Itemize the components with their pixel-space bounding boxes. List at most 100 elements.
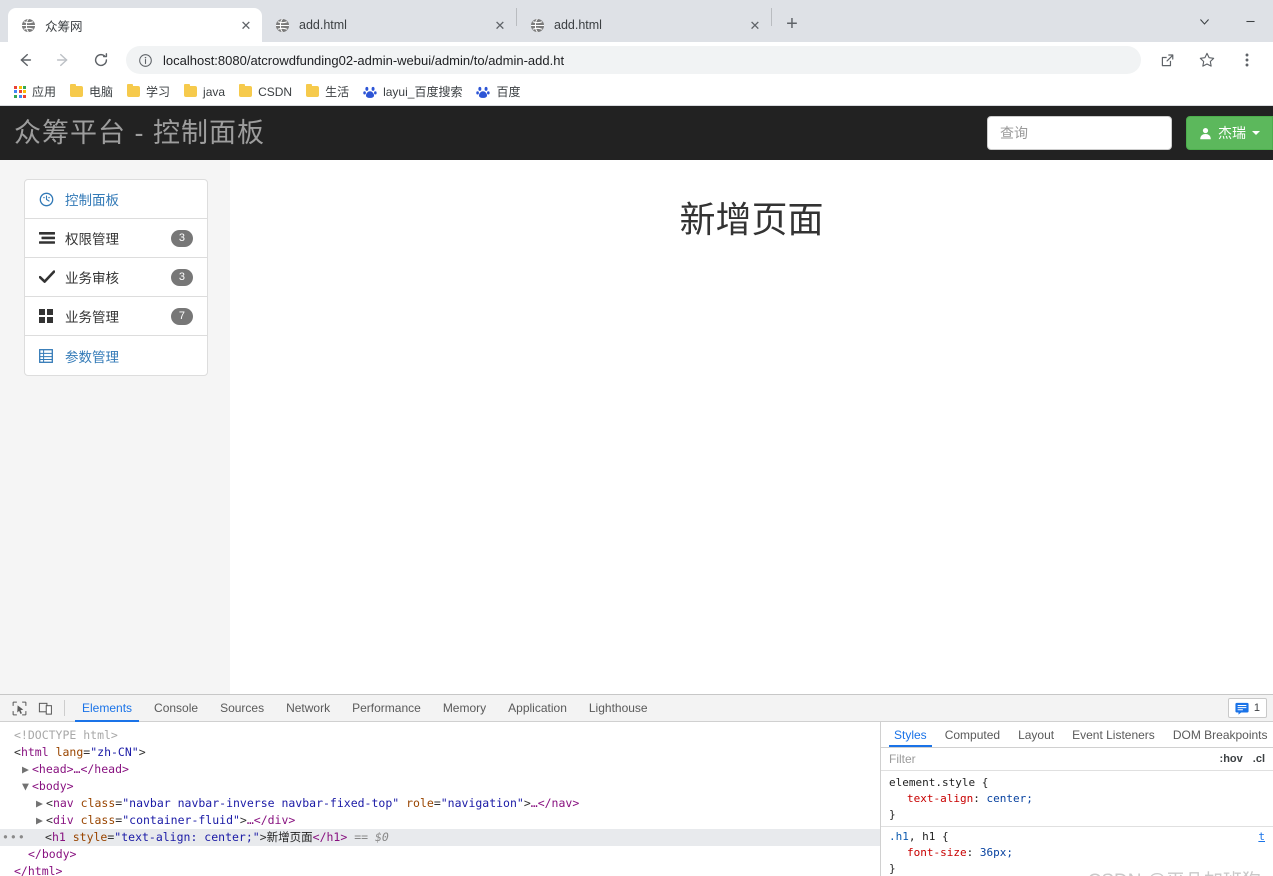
cls-toggle[interactable]: .cl: [1253, 753, 1265, 765]
dom-line-html-close[interactable]: </html>: [0, 863, 880, 876]
folder-icon: [306, 83, 320, 97]
dom-tree-pane: <!DOCTYPE html> <html lang="zh-CN"> ▶ <he…: [0, 722, 880, 876]
status-badge: 3: [170, 229, 193, 247]
page-title: 新增页面: [679, 199, 824, 240]
dom-line-container[interactable]: ▶ <div class="container-fluid">…</div>: [0, 812, 880, 829]
styles-filter-input[interactable]: Filter: [889, 752, 916, 766]
sidebar-item-label: 业务审核: [65, 271, 119, 286]
rule-declaration[interactable]: text-align: center;: [889, 791, 1265, 807]
tab-console[interactable]: Console: [143, 695, 209, 722]
bookmark-folder-4[interactable]: CSDN: [233, 81, 298, 103]
rule-selector-line: .h1, h1 {: [889, 830, 949, 843]
forward-arrow-icon[interactable]: [49, 46, 77, 74]
css-property: font-size: [907, 846, 967, 859]
tab-sources[interactable]: Sources: [209, 695, 275, 722]
bookmarks-bar: 应用 电脑 学习 java CSDN 生活 layui_百度搜索 百度: [0, 78, 1273, 106]
status-badge: 3: [170, 268, 193, 286]
dom-line-html[interactable]: <html lang="zh-CN">: [0, 744, 880, 761]
stylesheet-link[interactable]: t: [1258, 829, 1265, 845]
sidebar-item-label: 权限管理: [65, 232, 119, 247]
rule-declaration[interactable]: font-size: 36px;: [889, 845, 1265, 861]
sidebar-item-audit[interactable]: 业务审核 3: [25, 258, 207, 297]
sidebar-item-label: 控制面板: [65, 193, 119, 208]
sidebar-item-business[interactable]: 业务管理 7: [25, 297, 207, 336]
close-icon[interactable]: ✕: [492, 17, 508, 33]
sidebar-item-params[interactable]: 参数管理: [25, 336, 207, 375]
devtools-body: <!DOCTYPE html> <html lang="zh-CN"> ▶ <he…: [0, 722, 1273, 876]
dom-line-nav[interactable]: ▶ <nav class="navbar navbar-inverse navba…: [0, 795, 880, 812]
caret-down-icon: [1252, 131, 1260, 135]
bookmark-baidu[interactable]: 百度: [470, 81, 526, 103]
styles-filter-row: Filter :hov .cl: [881, 748, 1273, 771]
back-arrow-icon[interactable]: [11, 46, 39, 74]
navbar-brand[interactable]: 众筹平台 - 控制面板: [14, 119, 265, 147]
bookmark-folder-5[interactable]: 生活: [300, 81, 355, 103]
bookmark-label: 学习: [146, 85, 171, 99]
address-bar-url: localhost:8080/atcrowdfunding02-admin-we…: [163, 52, 565, 68]
share-icon[interactable]: [1153, 46, 1181, 74]
styles-rules: element.style { text-align: center; } t …: [881, 771, 1273, 876]
close-icon[interactable]: ✕: [747, 17, 763, 33]
issues-badge[interactable]: 1: [1227, 698, 1267, 718]
tab-event-listeners[interactable]: Event Listeners: [1063, 722, 1164, 747]
dom-line-h1-selected[interactable]: ••• <h1 style="text-align: center;">新增页面<…: [0, 829, 880, 846]
info-circle-icon[interactable]: [138, 53, 153, 68]
sidebar-item-permission[interactable]: 权限管理 3: [25, 219, 207, 258]
user-menu-button[interactable]: 杰瑞: [1186, 116, 1273, 150]
bookmark-label: 电脑: [89, 85, 114, 99]
tab-computed[interactable]: Computed: [936, 722, 1009, 747]
style-rule-element[interactable]: element.style { text-align: center; }: [881, 775, 1273, 823]
baidu-paw-icon: [476, 85, 491, 99]
bookmark-layui[interactable]: layui_百度搜索: [357, 81, 468, 103]
dom-more-dots[interactable]: •••: [2, 829, 26, 846]
tab-network[interactable]: Network: [275, 695, 341, 722]
bookmark-folder-3[interactable]: java: [178, 81, 231, 103]
styles-tabs: Styles Computed Layout Event Listeners D…: [881, 722, 1273, 748]
browser-window: 众筹网 ✕ add.html ✕ add.html ✕ + localhost:…: [0, 0, 1273, 876]
kebab-menu-icon[interactable]: [1233, 46, 1261, 74]
tab-styles[interactable]: Styles: [885, 722, 936, 747]
dom-line-doctype[interactable]: <!DOCTYPE html>: [0, 727, 880, 744]
tab-elements[interactable]: Elements: [71, 695, 143, 722]
inspect-cursor-icon[interactable]: [6, 697, 32, 719]
tab-memory[interactable]: Memory: [432, 695, 497, 722]
minimize-button[interactable]: [1227, 0, 1273, 42]
dom-line-head[interactable]: ▶ <head>…</head>: [0, 761, 880, 778]
tab-lighthouse[interactable]: Lighthouse: [578, 695, 659, 722]
address-bar[interactable]: localhost:8080/atcrowdfunding02-admin-we…: [126, 46, 1141, 74]
hov-toggle[interactable]: :hov: [1220, 753, 1243, 765]
apps-grid-icon: [14, 85, 26, 98]
star-icon[interactable]: [1193, 46, 1221, 74]
tab-layout[interactable]: Layout: [1009, 722, 1063, 747]
dom-line-body-open[interactable]: ▼ <body>: [0, 778, 880, 795]
new-tab-button[interactable]: +: [778, 10, 806, 38]
divider: [64, 700, 65, 716]
folder-icon: [184, 83, 198, 97]
browser-tab-2[interactable]: add.html ✕: [262, 8, 516, 42]
browser-tab-1[interactable]: 众筹网 ✕: [8, 8, 262, 42]
browser-tab-3[interactable]: add.html ✕: [517, 8, 771, 42]
tab-dom-breakpoints[interactable]: DOM Breakpoints: [1164, 722, 1273, 747]
dom-line-body-close[interactable]: </body>: [0, 846, 880, 863]
tab-separator: [771, 8, 772, 26]
status-badge: 7: [170, 307, 193, 325]
globe-icon: [274, 17, 290, 33]
devtools-topbar: Elements Console Sources Network Perform…: [0, 695, 1273, 722]
tab-search-chevron-icon[interactable]: [1181, 0, 1227, 42]
style-rule-h1[interactable]: t .h1, h1 { font-size: 36px; }: [881, 826, 1273, 876]
tab-strip: 众筹网 ✕ add.html ✕ add.html ✕ +: [0, 0, 1273, 42]
user-menu-label: 杰瑞: [1218, 125, 1246, 141]
bookmark-label: java: [203, 84, 226, 99]
search-input[interactable]: 查询: [987, 116, 1172, 150]
bookmark-folder-2[interactable]: 学习: [121, 81, 176, 103]
sidebar-item-dashboard[interactable]: 控制面板: [25, 180, 207, 219]
close-icon[interactable]: ✕: [238, 17, 254, 33]
device-toolbar-icon[interactable]: [32, 697, 58, 719]
bookmark-apps[interactable]: 应用: [8, 81, 62, 103]
bookmark-folder-1[interactable]: 电脑: [64, 81, 119, 103]
issues-count: 1: [1253, 702, 1260, 714]
tab-application[interactable]: Application: [497, 695, 578, 722]
sidebar-list-group: 控制面板 权限管理 3 业务审核 3 业务管理 7 参数管理: [24, 179, 208, 376]
reload-icon[interactable]: [87, 46, 115, 74]
tab-performance[interactable]: Performance: [341, 695, 432, 722]
